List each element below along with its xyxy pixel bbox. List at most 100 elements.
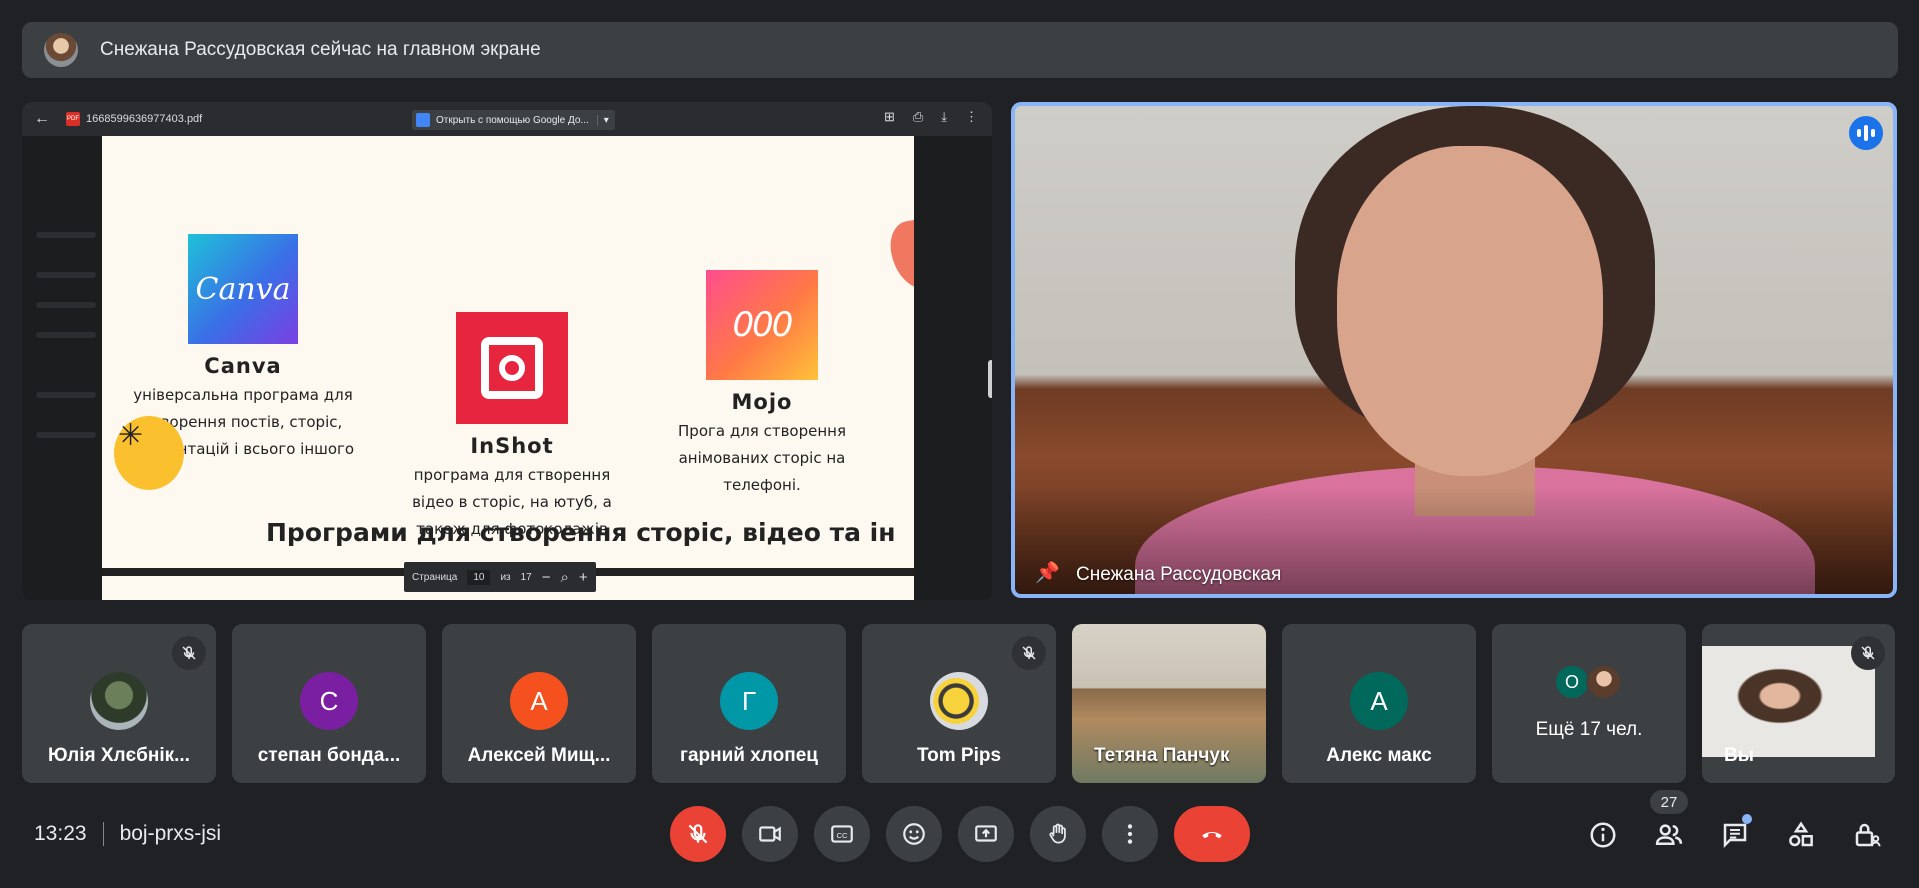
more-vert-icon[interactable]: ⋮ [965,109,978,125]
control-bar: 13:23 boj-prxs-jsi CC 27 [0,790,1919,880]
participant-tile[interactable]: Tom Pips [862,624,1056,783]
page-number-input[interactable]: 10 [467,569,491,585]
back-arrow-icon[interactable]: ← [34,110,50,128]
participant-name: Tom Pips [916,745,1002,766]
scrollbar-thumb[interactable] [988,360,992,398]
print-icon[interactable]: ⎙ [913,109,923,125]
canva-logo: Canva [188,234,298,344]
participant-tile[interactable]: Г гарний хлопец [652,624,846,783]
raise-hand-button[interactable] [1030,806,1086,862]
zoom-in-icon[interactable]: + [579,569,588,586]
avatar: А [510,672,568,730]
chevron-down-icon[interactable]: ▾ [596,114,609,126]
present-button[interactable] [958,806,1014,862]
more-participants-label: Ещё 17 чел. [1535,719,1643,740]
slide-title: Програми для створення сторіс, відео та … [266,518,896,547]
mic-toggle-button[interactable] [670,806,726,862]
info-icon [1590,822,1616,848]
side-controls: 27 [1582,790,1888,856]
app-desc: Прога для створення анімованих сторіс на… [678,422,846,494]
avatar [1586,664,1622,700]
mic-off-icon [688,824,708,844]
open-with-button[interactable]: Открыть с помощью Google До... ▾ [412,110,615,130]
unread-dot [1742,814,1752,824]
pdf-icon: PDF [66,112,80,126]
people-count-badge: 27 [1650,790,1688,814]
camera-toggle-button[interactable] [742,806,798,862]
google-docs-icon [416,113,430,127]
activities-icon [1789,821,1813,847]
participant-tile[interactable]: С степан бонда... [232,624,426,783]
camera-icon [759,826,781,842]
emoji-icon [903,823,925,845]
activities-button[interactable] [1780,814,1822,856]
decor-star-icon: ✳ [118,419,144,452]
page-controls: Страница 10 из 17 − ⌕ + [404,562,596,592]
clock: 13:23 [34,822,87,845]
avatar: О [1554,664,1590,700]
participant-tile[interactable]: А Алекс макс [1282,624,1476,783]
meeting-code: boj-prxs-jsi [119,822,222,845]
chat-icon [1723,823,1747,849]
app-name: Canva [204,354,282,378]
present-screen-icon [975,825,997,842]
participant-name: Тетяна Панчук [1094,745,1230,766]
decor-blob [886,216,914,294]
self-video [1702,646,1875,757]
more-options-button[interactable] [1102,806,1158,862]
call-controls: CC [670,806,1250,862]
people-button[interactable]: 27 [1648,790,1690,856]
participant-tile[interactable]: Юлія Хлєбнік... [22,624,216,783]
captions-icon: CC [831,825,853,843]
presenting-banner: Снежана Рассудовская сейчас на главном э… [22,22,1898,78]
more-vert-icon [1127,824,1133,844]
mic-off-icon [172,636,206,670]
pdf-filename: 1668599636977403.pdf [86,113,203,125]
speaking-indicator-icon [1849,116,1883,150]
speaker-name: Снежана Рассудовская [1076,564,1282,585]
participant-name: Юлія Хлєбнік... [48,745,190,766]
meeting-details-button[interactable] [1582,814,1624,856]
end-call-icon [1202,831,1222,839]
pdf-toolbar-icons: ⊞ ⎙ ⤓ ⋮ [884,109,978,125]
participant-tile[interactable]: А Алексей Мищ... [442,624,636,783]
avatar: А [1350,672,1408,730]
app-name: InShot [470,434,554,458]
pin-icon[interactable]: 📌 [1035,560,1060,585]
participant-name: степан бонда... [257,745,401,766]
people-icon [1655,824,1683,845]
zoom-icon[interactable]: ⌕ [561,569,569,586]
presenting-text: Снежана Рассудовская сейчас на главном э… [100,39,541,60]
svg-text:CC: CC [837,831,848,840]
more-participants-tile[interactable]: О Ещё 17 чел. [1492,624,1686,783]
download-icon[interactable]: ⤓ [941,109,947,125]
lock-person-icon [1855,823,1881,847]
zoom-out-icon[interactable]: − [542,569,551,586]
avatar [90,672,148,730]
mic-off-icon [1012,636,1046,670]
participant-name: Вы [1724,745,1754,766]
captions-button[interactable]: CC [814,806,870,862]
participant-strip: Юлія Хлєбнік... С степан бонда... А Алек… [22,624,1895,783]
leave-call-button[interactable] [1174,806,1250,862]
host-controls-button[interactable] [1846,814,1888,856]
inshot-logo [456,312,568,424]
avatar: С [300,672,358,730]
main-speaker-tile[interactable]: 📌 Снежана Рассудовская [1011,102,1897,598]
chat-button[interactable] [1714,814,1756,856]
participant-name: Алекс макс [1326,745,1432,766]
hand-icon [1049,823,1066,844]
presenter-avatar [44,33,78,67]
participant-name: гарний хлопец [680,745,818,766]
mojo-logo: 000 [706,270,818,380]
add-to-drive-icon[interactable]: ⊞ [884,109,895,125]
meeting-info: 13:23 boj-prxs-jsi [34,822,221,846]
app-mojo: 000 Mojo Прога для створення анімованих … [662,270,862,499]
bee-avatar [930,672,988,730]
participant-tile[interactable]: Тетяна Панчук [1072,624,1266,783]
mic-off-icon [1851,636,1885,670]
app-name: Mojo [731,390,793,414]
shared-screen: Canva Canva універсальна програма для ст… [22,102,992,600]
self-tile[interactable]: Вы [1702,624,1895,783]
reactions-button[interactable] [886,806,942,862]
